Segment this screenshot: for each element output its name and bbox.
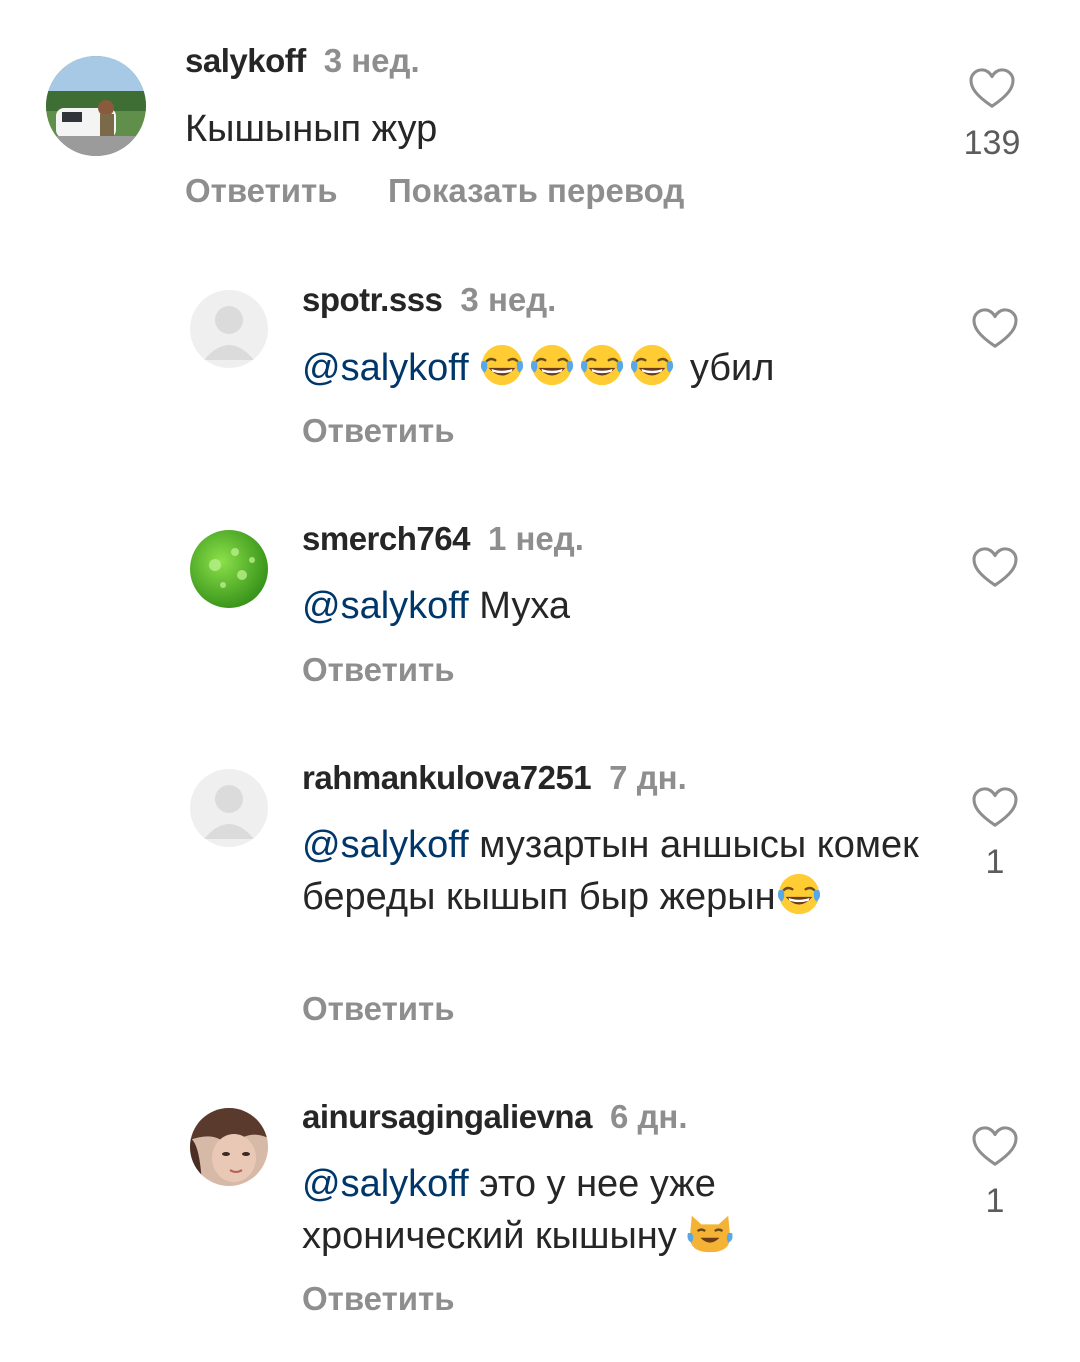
comment-text: Кышынып жур (185, 108, 438, 150)
heart-icon (972, 787, 1018, 829)
reply-button[interactable]: Ответить (302, 412, 455, 449)
mention-link[interactable]: @salykoff (302, 585, 469, 627)
like-button[interactable]: 139 (962, 68, 1022, 163)
default-avatar-icon (190, 290, 268, 368)
avatar[interactable] (190, 530, 268, 608)
timestamp: 3 нед. (323, 42, 420, 79)
heart-icon (972, 308, 1018, 350)
mention-link[interactable]: @salykoff (302, 347, 469, 389)
like-button[interactable] (965, 308, 1025, 350)
username[interactable]: smerch764 (302, 520, 470, 557)
reply-button[interactable]: Ответить (302, 1280, 455, 1317)
cat-with-tears-of-joy-icon (687, 1210, 733, 1256)
reply-button[interactable]: Ответить (302, 990, 455, 1027)
default-avatar-icon (190, 769, 268, 847)
username[interactable]: spotr.sss (302, 281, 443, 318)
face-with-tears-of-joy-icon (776, 871, 822, 917)
timestamp: 1 нед. (487, 520, 584, 557)
avatar[interactable] (190, 290, 268, 368)
mention-link[interactable]: @salykoff (302, 824, 469, 866)
like-count: 139 (963, 124, 1021, 162)
comment-text: убил (689, 347, 775, 389)
timestamp: 6 дн. (609, 1098, 688, 1135)
heart-icon (969, 68, 1015, 110)
username[interactable]: salykoff (185, 42, 306, 79)
face-with-tears-of-joy-icon (579, 342, 625, 388)
comment-text: Муха (479, 585, 571, 627)
like-button[interactable]: 1 (965, 1126, 1025, 1221)
show-translation-button[interactable]: Показать перевод (388, 172, 684, 209)
heart-icon (972, 1126, 1018, 1168)
timestamp: 3 нед. (460, 281, 557, 318)
like-button[interactable] (965, 547, 1025, 589)
avatar[interactable] (190, 769, 268, 847)
face-with-tears-of-joy-icon (529, 342, 575, 388)
face-with-tears-of-joy-icon (629, 342, 675, 388)
username[interactable]: rahmankulova7251 (302, 759, 592, 796)
reply-button[interactable]: Ответить (302, 651, 455, 688)
like-count: 1 (985, 1182, 1005, 1220)
avatar[interactable] (190, 1108, 268, 1186)
mention-link[interactable]: @salykoff (302, 1163, 469, 1205)
avatar[interactable] (46, 56, 146, 156)
like-count: 1 (985, 843, 1005, 881)
like-button[interactable]: 1 (965, 787, 1025, 882)
heart-icon (972, 547, 1018, 589)
timestamp: 7 дн. (609, 759, 687, 796)
reply-button[interactable]: Ответить (185, 172, 338, 209)
face-with-tears-of-joy-icon (479, 342, 525, 388)
username[interactable]: ainursagingalievna (302, 1098, 592, 1135)
